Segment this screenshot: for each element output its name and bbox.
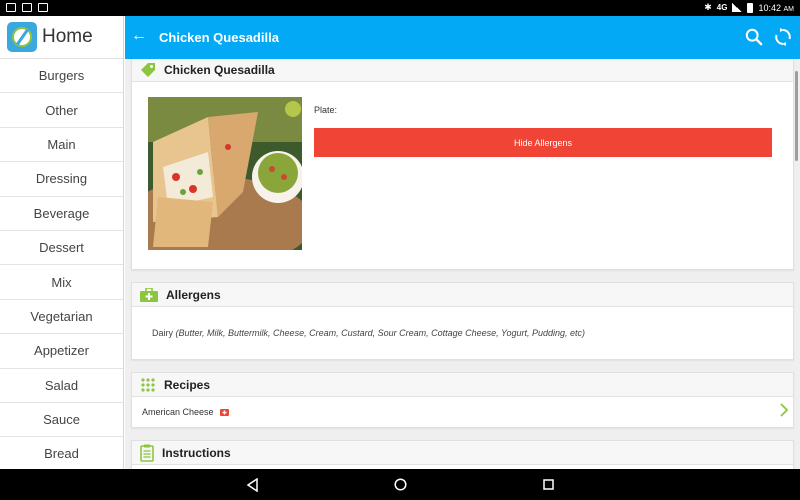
category-beverage[interactable]: Beverage (0, 197, 123, 231)
nav-home-icon[interactable] (394, 478, 407, 491)
nav-recents-icon[interactable] (543, 479, 554, 490)
network-label: 4G (716, 3, 728, 12)
item-card: Chicken Quesadilla Plate: Hide Allergens (131, 59, 794, 270)
video-notification-icon (38, 3, 48, 12)
food-image (148, 97, 302, 250)
scrollbar[interactable] (795, 71, 798, 161)
category-appetizer[interactable]: Appetizer (0, 334, 123, 369)
recipes-header: Recipes (132, 373, 793, 397)
tag-icon (141, 62, 155, 77)
system-nav-bar (0, 469, 800, 500)
allergen-category: Dairy (152, 328, 174, 338)
category-bread[interactable]: Bread (0, 437, 123, 469)
app-logo-icon (7, 22, 37, 52)
instructions-title: Instructions (162, 445, 231, 460)
grid-dots-icon (141, 377, 155, 392)
status-bar: ✱ 4G 10:42 AM (0, 0, 800, 16)
app-toolbar: ← Chicken Quesadilla (125, 16, 800, 59)
sync-icon[interactable] (773, 27, 793, 47)
allergen-indicator-icon (219, 409, 229, 416)
chevron-right-icon[interactable] (779, 403, 789, 417)
instructions-card: Instructions (131, 440, 794, 469)
search-icon[interactable] (745, 28, 763, 46)
battery-icon (747, 2, 754, 13)
nav-back-icon[interactable] (246, 478, 260, 492)
image-notification-icon (6, 3, 16, 12)
allergens-header: Allergens (132, 283, 793, 307)
category-burgers[interactable]: Burgers (0, 59, 123, 94)
category-salad[interactable]: Salad (0, 369, 123, 403)
clipboard-icon (140, 444, 154, 462)
category-dessert[interactable]: Dessert (0, 231, 123, 266)
hide-allergens-button[interactable]: Hide Allergens (314, 128, 772, 157)
category-other[interactable]: Other (0, 93, 123, 128)
plate-label: Plate: (314, 105, 338, 115)
recipe-name: American Cheese (142, 407, 214, 417)
item-title: Chicken Quesadilla (164, 62, 275, 77)
mail-notification-icon (22, 3, 32, 12)
detail-content[interactable]: Chicken Quesadilla Plate: Hide Allergens… (125, 59, 800, 469)
bluetooth-icon: ✱ (704, 2, 712, 12)
home-header[interactable]: Home (0, 16, 123, 59)
instructions-header: Instructions (132, 441, 793, 465)
signal-icon (732, 3, 743, 12)
recipes-title: Recipes (164, 377, 211, 392)
allergens-title: Allergens (166, 287, 221, 302)
category-dressing[interactable]: Dressing (0, 162, 123, 197)
category-mix[interactable]: Mix (0, 265, 123, 300)
category-vegetarian[interactable]: Vegetarian (0, 300, 123, 335)
item-card-header: Chicken Quesadilla (132, 59, 793, 82)
back-arrow-icon[interactable]: ← (131, 27, 147, 45)
first-aid-kit-icon (140, 287, 158, 302)
allergen-details: (Butter, Milk, Buttermilk, Cheese, Cream… (175, 328, 586, 338)
recipe-row[interactable]: American Cheese (132, 397, 793, 427)
toolbar-title: Chicken Quesadilla (159, 30, 279, 45)
allergen-list: Dairy (Butter, Milk, Buttermilk, Cheese,… (152, 328, 585, 338)
clock: 10:42 AM (758, 2, 794, 13)
category-main[interactable]: Main (0, 128, 123, 163)
recipes-card: Recipes American Cheese (131, 372, 794, 428)
category-sidebar: Home Burgers Other Main Dressing Beverag… (0, 16, 124, 469)
home-title: Home (42, 26, 93, 47)
category-sauce[interactable]: Sauce (0, 403, 123, 438)
allergens-card: Allergens Dairy (Butter, Milk, Buttermil… (131, 282, 794, 360)
